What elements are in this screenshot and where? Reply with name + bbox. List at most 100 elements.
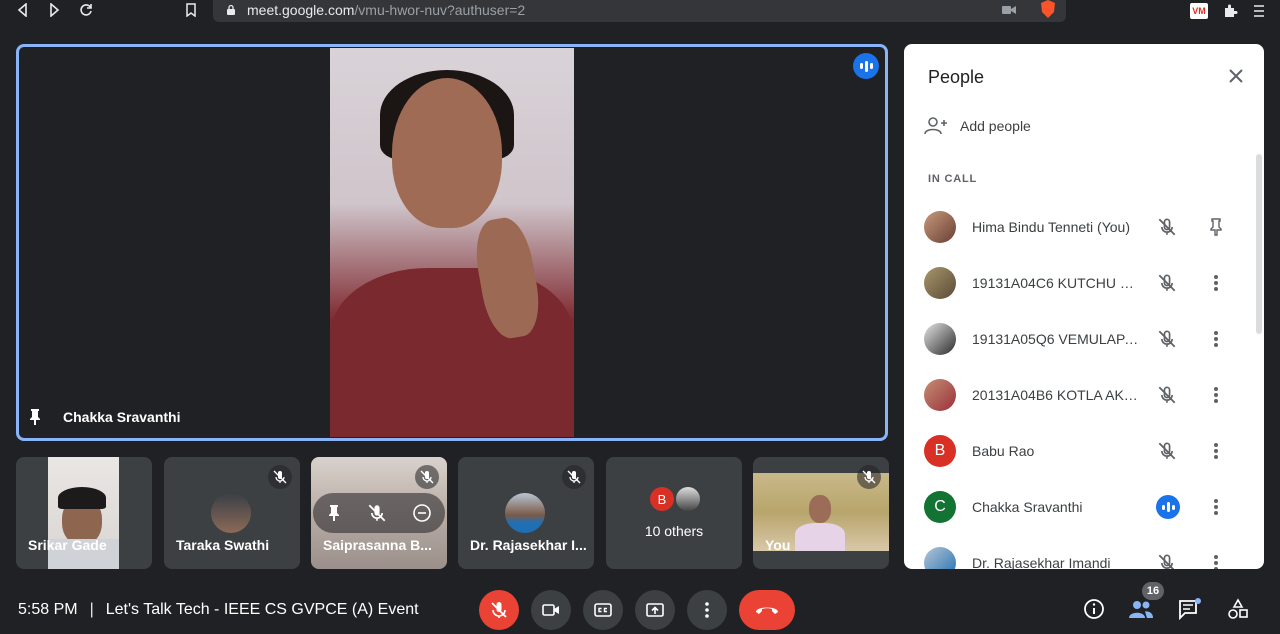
mic-off-icon[interactable]: [1156, 552, 1178, 569]
add-people-button[interactable]: Add people: [924, 116, 1031, 136]
speaking-indicator-icon: [853, 53, 879, 79]
participant-tile[interactable]: Dr. Rajasekhar I...: [458, 457, 594, 569]
main-speaker-tile[interactable]: Chakka Sravanthi: [16, 44, 888, 441]
person-name: Chakka Sravanthi: [972, 499, 1083, 515]
present-screen-button[interactable]: [635, 590, 675, 630]
bookmark-icon[interactable]: [180, 0, 202, 20]
mic-toggle-button[interactable]: [479, 590, 519, 630]
address-bar[interactable]: meet.google.com/vmu-hwor-nuv?authuser=2: [213, 0, 1066, 22]
avatar: B: [924, 435, 956, 467]
mic-off-icon: [857, 465, 881, 489]
forward-icon[interactable]: [43, 0, 65, 20]
participant-name: Taraka Swathi: [176, 537, 270, 553]
participant-count-badge: 16: [1142, 582, 1164, 600]
remove-icon[interactable]: [412, 503, 432, 523]
separator: |: [89, 601, 94, 618]
add-people-label: Add people: [960, 118, 1031, 134]
mic-off-icon: [562, 465, 586, 489]
back-icon[interactable]: [12, 0, 34, 20]
extensions-icon[interactable]: [1222, 3, 1238, 19]
chat-button[interactable]: [1177, 596, 1203, 622]
participant-tile[interactable]: Taraka Swathi: [164, 457, 300, 569]
chat-icon: [1179, 598, 1201, 620]
meeting-time: 5:58 PM: [18, 601, 78, 618]
more-vert-icon[interactable]: [1204, 551, 1228, 569]
others-count-label: 10 others: [644, 523, 704, 539]
lock-icon: [227, 4, 235, 15]
main-speaker-name: Chakka Sravanthi: [63, 409, 181, 425]
camera-permission-icon[interactable]: [1002, 4, 1016, 16]
tile-hover-controls: [313, 493, 445, 533]
activities-button[interactable]: [1225, 596, 1251, 622]
leave-call-button[interactable]: [739, 590, 795, 630]
panel-title: People: [928, 67, 985, 87]
avatar: [211, 493, 251, 533]
camera-toggle-button[interactable]: [531, 590, 571, 630]
info-icon: [1084, 599, 1104, 619]
mute-participant-icon[interactable]: [368, 504, 386, 522]
close-icon[interactable]: [1226, 66, 1246, 86]
avatar: [924, 267, 956, 299]
participant-name: Saiprasanna B...: [323, 537, 432, 553]
mic-off-icon[interactable]: [1156, 384, 1178, 406]
person-name: Hima Bindu Tenneti (You): [972, 219, 1130, 235]
mic-off-icon: [491, 602, 507, 618]
avatar: [924, 211, 956, 243]
scrollbar[interactable]: [1256, 154, 1262, 334]
url-path: /vmu-hwor-nuv?authuser=2: [354, 2, 526, 18]
section-label: IN CALL: [928, 173, 977, 185]
brave-shield-icon[interactable]: [1040, 0, 1056, 18]
more-options-button[interactable]: [687, 590, 727, 630]
more-vert-icon[interactable]: [1204, 495, 1228, 519]
person-row: B Babu Rao: [904, 423, 1254, 479]
mic-off-icon: [268, 465, 292, 489]
participant-name: Srikar Gade: [28, 537, 107, 553]
pin-icon[interactable]: [27, 408, 43, 426]
person-row: C Chakka Sravanthi: [904, 479, 1254, 535]
person-row: 19131A04C6 KUTCHU KO...: [904, 255, 1254, 311]
participant-tile[interactable]: Saiprasanna B...: [311, 457, 447, 569]
mic-off-icon[interactable]: [1156, 328, 1178, 350]
avatar: [505, 493, 545, 533]
pin-icon[interactable]: [1204, 215, 1228, 239]
others-tile[interactable]: B 10 others: [606, 457, 742, 569]
activities-icon: [1228, 598, 1248, 619]
meeting-details-button[interactable]: [1081, 596, 1107, 622]
self-tile[interactable]: You: [753, 457, 889, 569]
avatar: C: [924, 491, 956, 523]
mic-off-icon[interactable]: [1156, 440, 1178, 462]
more-vert-icon[interactable]: [1204, 327, 1228, 351]
more-vert-icon[interactable]: [1204, 383, 1228, 407]
participant-tile[interactable]: Srikar Gade: [16, 457, 152, 569]
speaking-indicator-icon: [1156, 495, 1180, 519]
captions-button[interactable]: [583, 590, 623, 630]
reload-icon[interactable]: [75, 0, 97, 20]
people-icon: [1129, 601, 1153, 618]
avatar: [924, 547, 956, 569]
mic-off-icon: [415, 465, 439, 489]
person-name: Dr. Rajasekhar Imandi: [972, 555, 1111, 569]
person-row: 19131A05Q6 VEMULAPAL...: [904, 311, 1254, 367]
mic-off-icon[interactable]: [1156, 272, 1178, 294]
avatar: [924, 323, 956, 355]
call-end-icon: [756, 607, 778, 614]
pin-icon[interactable]: [326, 504, 342, 522]
mic-off-icon[interactable]: [1156, 216, 1178, 238]
participant-name: You: [765, 537, 791, 553]
bottom-control-bar: 5:58 PM | Let's Talk Tech - IEEE CS GVPC…: [0, 582, 1280, 634]
person-name: 20131A04B6 KOTLA AKHI...: [972, 387, 1142, 403]
meeting-title: Let's Talk Tech - IEEE CS GVPCE (A) Even…: [105, 601, 419, 618]
person-row: 20131A04B6 KOTLA AKHI...: [904, 367, 1254, 423]
extension-vm-icon[interactable]: VM: [1190, 3, 1208, 19]
videocam-icon: [542, 604, 559, 616]
present-to-all-icon: [646, 603, 664, 617]
avatar: [676, 487, 700, 511]
menu-icon[interactable]: [1252, 4, 1266, 18]
more-vert-icon[interactable]: [1204, 271, 1228, 295]
person-name: 19131A04C6 KUTCHU KO...: [972, 275, 1142, 291]
more-vert-icon[interactable]: [1204, 439, 1228, 463]
person-name: 19131A05Q6 VEMULAPAL...: [972, 331, 1142, 347]
closed-caption-icon: [594, 603, 612, 617]
participant-name: Dr. Rajasekhar I...: [470, 537, 587, 553]
add-person-icon: [924, 117, 947, 135]
